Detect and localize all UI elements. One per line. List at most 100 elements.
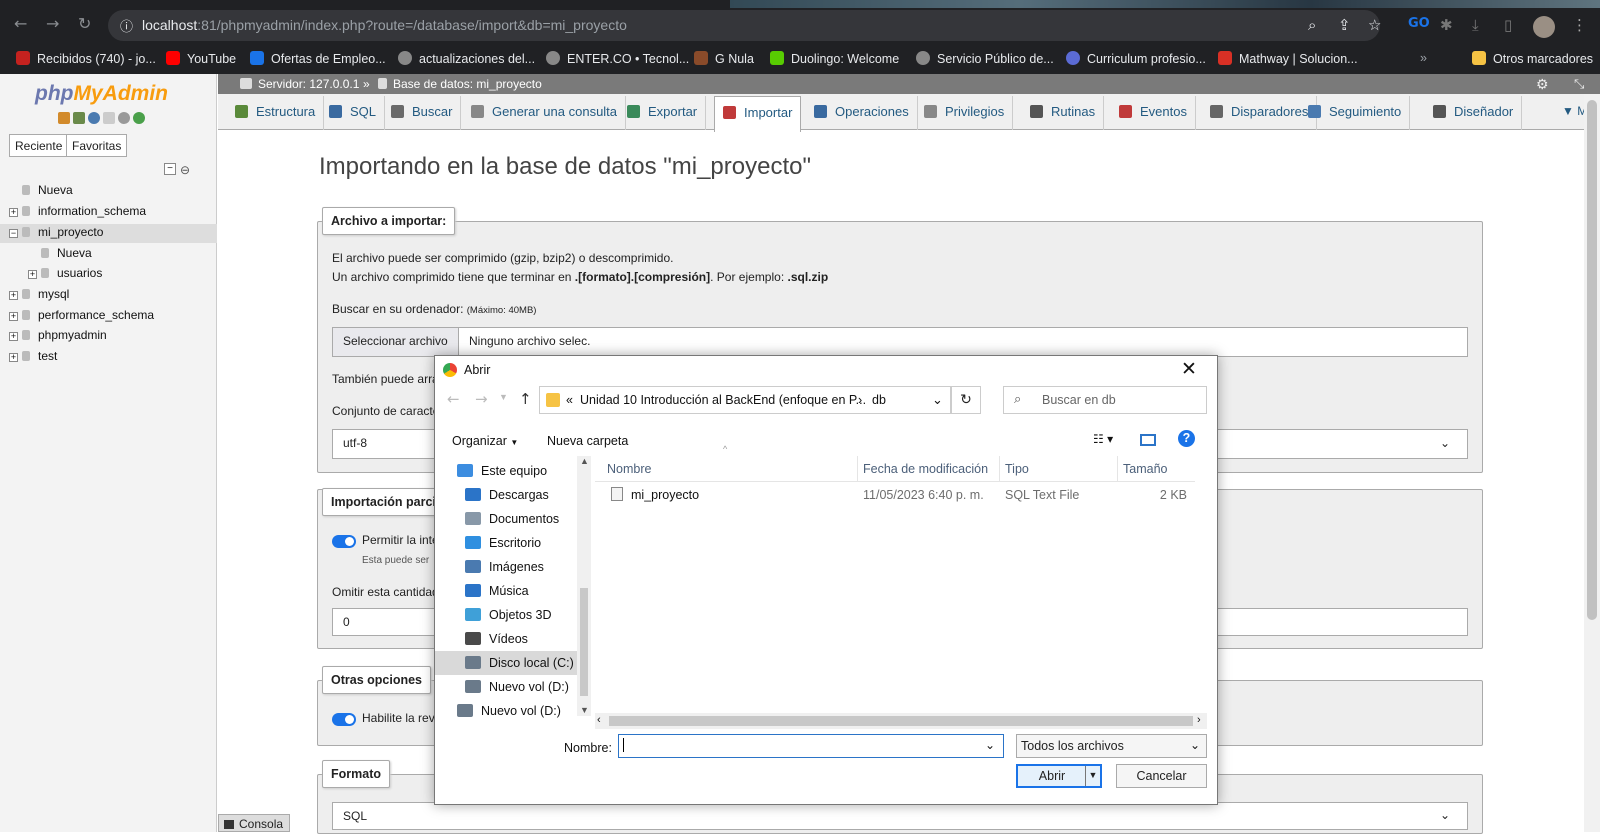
favorites-button[interactable]: Favoritas [66,134,128,157]
tab-sql[interactable]: SQL [321,96,386,130]
collapse-icon[interactable]: − [9,229,18,238]
nav-item[interactable]: Nuevo vol (D:) [465,680,569,694]
interrupt-toggle[interactable] [332,535,356,548]
tree-item-label[interactable]: test [38,349,57,363]
bookmark-ofertas[interactable]: Ofertas de Empleo... [250,51,386,66]
scroll-up-icon[interactable]: ▲ [580,456,589,466]
link-icon[interactable]: ⊖ [180,163,190,177]
tab-eventos[interactable]: Eventos [1111,96,1196,130]
nav-item[interactable]: Documentos [465,512,559,526]
expand-icon[interactable]: + [9,208,18,217]
settings-icon[interactable] [118,112,130,124]
zoom-icon[interactable]: ⌕ [1308,16,1316,34]
refresh-button[interactable]: ↻ [951,386,981,414]
tree-item[interactable]: + phpmyadmin [9,328,107,342]
expand-icon[interactable]: + [9,353,18,362]
breadcrumb-db[interactable]: db [872,393,886,407]
reload-nav-icon[interactable] [133,112,145,124]
file-type-select[interactable]: Todos los archivos ⌄ [1016,734,1207,758]
help-icon[interactable]: ? [1178,430,1195,447]
tab-exportar[interactable]: Exportar [619,96,707,130]
close-icon[interactable]: ✕ [1181,358,1197,380]
overflow-icon[interactable]: » [1420,51,1427,65]
tab-generar-una-consulta[interactable]: Generar una consulta [463,96,627,130]
docs-icon[interactable] [103,112,115,124]
tab-seguimiento[interactable]: Seguimiento [1300,96,1411,130]
select-file-button[interactable]: Seleccionar archivo [332,327,459,357]
tree-item[interactable]: Nueva [9,183,73,197]
bookmark-enterco[interactable]: ENTER.CO • Tecnol... [546,51,689,66]
back-icon[interactable]: ← [14,14,27,33]
breadcrumb-folder[interactable]: Unidad 10 Introducción al BackEnd (enfoq… [580,393,866,407]
bookmark-duolingo[interactable]: Duolingo: Welcome [770,51,899,66]
bookmark-mathway[interactable]: Mathway | Solucion... [1218,51,1358,66]
bookmark-gnula[interactable]: G Nula [694,51,754,66]
tree-item-label[interactable]: Nueva [38,183,73,197]
column-header[interactable]: Tipo [1005,462,1029,476]
extension-icon[interactable]: GO [1408,16,1430,31]
tab-buscar[interactable]: Buscar [383,96,462,130]
back-icon[interactable]: ← [447,390,460,408]
nav-item[interactable]: Imágenes [465,560,544,574]
gear-icon[interactable]: ⚙ [1536,76,1549,93]
recent-dropdown-icon[interactable]: ▼ [499,392,508,402]
nav-item[interactable]: Este equipo [457,464,547,478]
forward-icon[interactable]: → [475,390,488,408]
scrollbar-thumb[interactable] [1587,100,1597,620]
expand-icon[interactable]: + [28,270,37,279]
chevron-down-icon[interactable]: ⌄ [932,392,943,408]
menu-icon[interactable]: ⋮ [1572,16,1587,34]
expand-icon[interactable]: + [9,332,18,341]
avatar[interactable] [1533,16,1555,38]
expand-icon[interactable]: + [9,291,18,300]
logout-icon[interactable] [73,112,85,124]
tab-estructura[interactable]: Estructura [227,96,325,130]
organize-menu[interactable]: Organizar ▼ [452,434,518,448]
tree-item-label[interactable]: mi_proyecto [38,225,103,239]
home-icon[interactable] [58,112,70,124]
nav-item[interactable]: Objetos 3D [465,608,552,622]
bookmark-other[interactable]: Otros marcadores [1472,51,1593,66]
star-icon[interactable]: ☆ [1368,16,1381,34]
scroll-down-icon[interactable]: ▼ [580,705,589,715]
column-divider[interactable] [999,456,1000,482]
tree-item-label[interactable]: phpmyadmin [38,328,107,342]
nav-item[interactable]: Música [465,584,529,598]
url-text[interactable]: localhost:81/phpmyadmin/index.php?route=… [142,17,627,33]
collapse-icon[interactable]: ⤡ [1574,76,1584,92]
tree-item[interactable]: − mi_proyecto [9,225,103,239]
search-box[interactable]: ⌕ Buscar en db [1003,386,1207,414]
tree-item-label[interactable]: Nueva [57,246,92,260]
column-header[interactable]: Nombre [607,462,651,476]
tree-item[interactable]: + information_schema [9,204,146,218]
tree-item-label[interactable]: performance_schema [38,308,154,322]
nav-item[interactable]: Descargas [465,488,549,502]
tree-item-label[interactable]: usuarios [57,266,102,280]
bookmark-curriculum[interactable]: Curriculum profesio... [1066,51,1206,66]
pma-logo[interactable]: phpMyAdmin [35,82,168,106]
column-header[interactable]: Tamaño [1123,462,1167,476]
expand-icon[interactable]: + [9,312,18,321]
tree-item[interactable]: + performance_schema [9,308,154,322]
nav-scrollbar-thumb[interactable] [580,588,588,696]
share-icon[interactable]: ⇪ [1338,16,1351,34]
new-icon[interactable] [9,185,18,194]
bookmark-actualizaciones[interactable]: actualizaciones del... [398,51,535,66]
scroll-right-icon[interactable]: › [1197,714,1201,726]
tree-item-label[interactable]: information_schema [38,204,146,218]
horizontal-scrollbar[interactable]: ‹ › [595,713,1207,729]
up-icon[interactable]: ↑ [519,390,532,408]
filename-input[interactable]: ⌄ [618,734,1004,758]
column-divider[interactable] [1117,456,1118,482]
recent-button[interactable]: Reciente [9,134,69,157]
breadcrumb-overflow[interactable]: « [566,393,573,407]
new-icon[interactable] [28,248,37,257]
preview-pane-icon[interactable] [1140,434,1156,446]
column-divider[interactable] [857,456,858,482]
bookmark-servicio[interactable]: Servicio Público de... [916,51,1054,66]
tab-importar[interactable]: Importar [714,96,802,132]
tab-rutinas[interactable]: Rutinas [1022,96,1105,130]
puzzle-icon[interactable]: ✱ [1440,16,1453,34]
breadcrumb-server[interactable]: Servidor: 127.0.0.1 [258,77,359,91]
open-dropdown-icon[interactable]: ▼ [1085,766,1100,786]
